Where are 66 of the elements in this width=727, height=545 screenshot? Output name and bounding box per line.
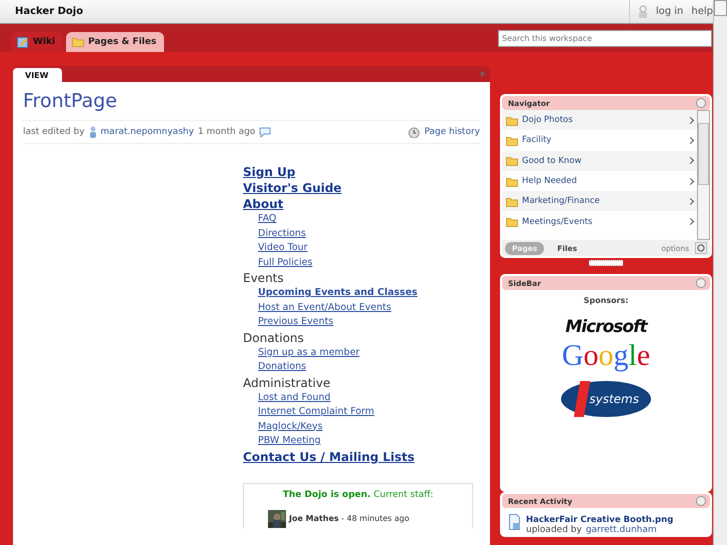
staff-entry: Joe Mathes - 48 minutes ago (289, 514, 410, 523)
page-link[interactable]: Internet Complaint Form (258, 405, 374, 420)
activity-link[interactable]: HackerFair Creative Booth.png (526, 515, 674, 525)
site-title: Hacker Dojo (15, 6, 84, 17)
search-field[interactable]: Search this workspace (498, 30, 712, 47)
section-heading: Administrative (243, 374, 330, 390)
sponsor-logo[interactable]: Google (562, 339, 650, 373)
scrollbar[interactable] (713, 0, 727, 545)
header-link[interactable]: help (691, 6, 713, 17)
sponsor-logo[interactable]: Microsoft (565, 317, 647, 337)
page-link[interactable]: Directions (258, 226, 306, 241)
edit-icon (17, 36, 29, 48)
clock-icon (408, 126, 420, 138)
page-link[interactable]: Host an Event/About Events (258, 300, 392, 315)
page-link[interactable]: Maglock/Keys (258, 420, 323, 434)
user-link[interactable]: garrett.dunham (586, 525, 657, 535)
folder-icon (506, 114, 518, 126)
page-link[interactable]: Full Policies (258, 256, 312, 270)
navigator-item[interactable]: Good to Know (502, 150, 697, 171)
comment-icon (259, 126, 272, 138)
page-link[interactable]: Donations (258, 360, 306, 374)
page-link[interactable]: Upcoming Events and Classes (258, 286, 418, 300)
folder-icon (506, 216, 518, 228)
folder-icon (506, 176, 518, 187)
folder-icon (506, 134, 518, 146)
page-title: FrontPage (23, 90, 480, 121)
section-heading: Events (243, 270, 284, 286)
folder-icon (506, 155, 518, 166)
collapse-icon[interactable] (696, 98, 706, 108)
navigator-item[interactable]: Help Needed (502, 170, 697, 192)
page-link[interactable]: Previous Events (258, 315, 334, 330)
navigator-item[interactable]: Marketing/Finance (502, 191, 697, 212)
expand-arrow-icon[interactable] (481, 71, 485, 77)
status-text: The Dojo is open. Current staff: (282, 490, 434, 500)
sponsor-logo[interactable]: systems (561, 381, 651, 417)
edited-label: last edited by (23, 127, 85, 137)
sponsors-label: Sponsors: (584, 296, 628, 305)
header-link[interactable]: log in (656, 6, 684, 17)
navigator-item[interactable]: Meetings/Events (502, 211, 697, 232)
section-heading: Donations (243, 330, 304, 346)
file-icon (508, 514, 521, 530)
page-link[interactable]: About (243, 196, 284, 212)
view-tab[interactable]: VIEW (13, 68, 62, 82)
author-link[interactable]: marat.nepomnyashy (100, 127, 194, 137)
collapse-icon[interactable] (696, 278, 706, 288)
resize-handle[interactable] (589, 260, 623, 266)
page-link[interactable]: Lost and Found (258, 390, 331, 405)
page-history-link[interactable]: Page history (424, 127, 480, 137)
folder-icon (72, 36, 84, 48)
page-link[interactable]: Sign Up (243, 164, 296, 180)
scrollbar[interactable] (697, 110, 710, 240)
navigator-item[interactable]: Facility (502, 130, 697, 151)
person-icon (88, 126, 97, 138)
activity-action: uploaded by (526, 525, 582, 535)
user-icon (638, 4, 648, 18)
navigator-item[interactable]: Dojo Photos (502, 110, 697, 130)
page-link[interactable]: Video Tour (258, 241, 308, 256)
page-link[interactable]: PBW Meeting (258, 434, 321, 448)
page-link[interactable]: Sign up as a member (258, 346, 360, 360)
page-link[interactable]: Contact Us / Mailing Lists (243, 448, 415, 464)
edit-time: 1 month ago (198, 127, 256, 137)
page-link[interactable]: Visitor's Guide (243, 180, 342, 196)
page-link[interactable]: FAQ (258, 212, 276, 226)
tab[interactable]: Pages & Files (66, 32, 164, 52)
collapse-icon[interactable] (696, 496, 706, 506)
folder-icon (506, 196, 518, 207)
